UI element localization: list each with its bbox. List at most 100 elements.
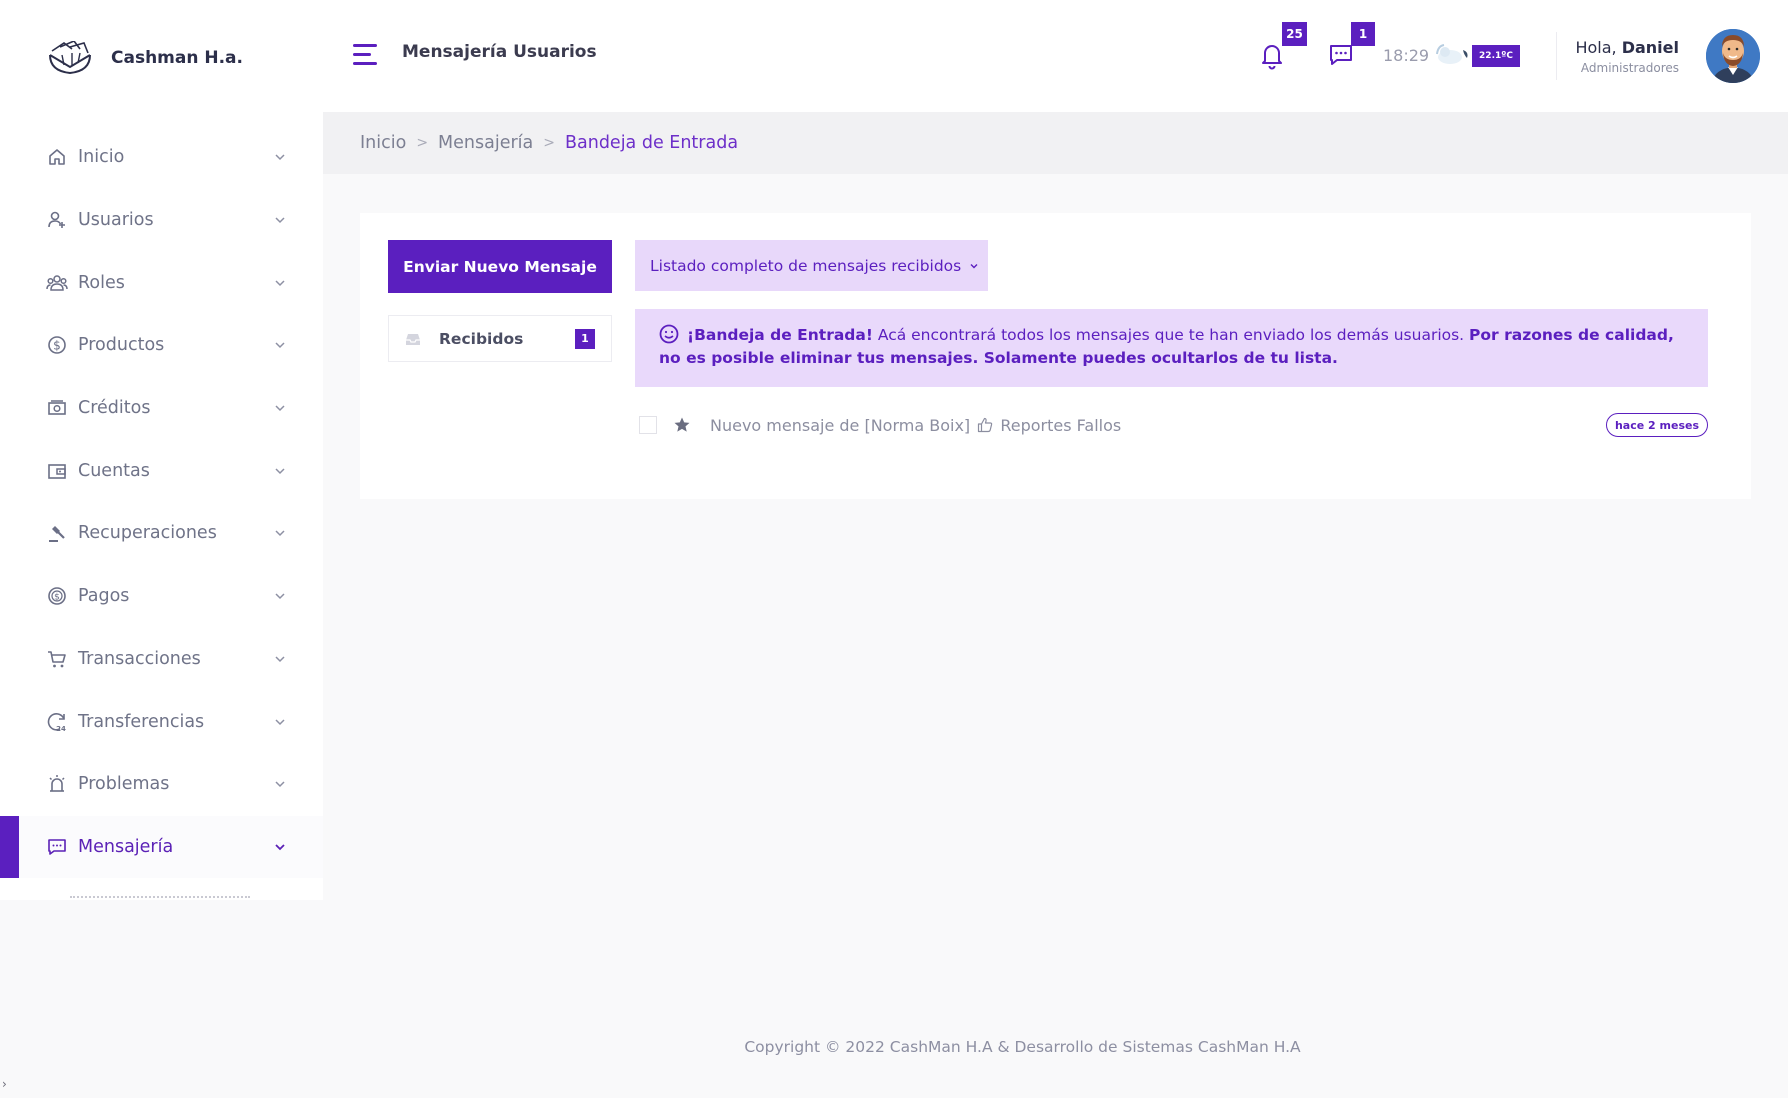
sidebar-item-transferencias[interactable]: 24 Transferencias [0, 690, 323, 753]
sidebar-item-label: Créditos [78, 398, 151, 419]
message-filter-dropdown[interactable]: Listado completo de mensajes recibidos [635, 240, 988, 291]
chevron-down-icon [275, 468, 285, 474]
temperature-badge: 22.1ºC [1472, 45, 1520, 67]
sidebar-item-mensajeria[interactable]: Mensajería [0, 815, 323, 879]
user-avatar-icon [1706, 29, 1760, 83]
chevron-down-icon [275, 405, 285, 412]
sidebar-item-label: Cuentas [78, 460, 150, 481]
breadcrumb-item-mensajeria[interactable]: Mensajería [438, 133, 533, 153]
inbox-icon [406, 333, 420, 345]
sidebar-item-productos[interactable]: $ Productos [0, 314, 323, 377]
sidebar-item-label: Usuarios [78, 210, 154, 231]
cart-icon [46, 648, 68, 670]
sidebar-item-problemas[interactable]: Problemas [0, 753, 323, 816]
folder-received[interactable]: Recibidos 1 [388, 315, 612, 362]
money-icon [46, 397, 68, 419]
users-group-icon [46, 272, 68, 294]
sidebar-item-label: Productos [78, 335, 165, 356]
chevron-right-icon[interactable]: › [2, 1077, 7, 1091]
sidebar-menu: Inicio Usuarios Roles $ Productos Crédit… [0, 126, 323, 879]
sidebar-item-creditos[interactable]: Créditos [0, 377, 323, 440]
message-time-badge: hace 2 meses [1605, 413, 1708, 437]
thumbs-up-icon [978, 417, 993, 432]
sidebar-item-label: Transacciones [78, 648, 201, 669]
sidebar-item-usuarios[interactable]: Usuarios [0, 189, 323, 252]
chevron-down-icon [275, 217, 285, 224]
send-new-message-button[interactable]: Enviar Nuevo Mensaje [388, 240, 612, 293]
chevron-down-icon [970, 263, 978, 268]
dropdown-label: Listado completo de mensajes recibidos [650, 256, 962, 275]
avatar[interactable] [1706, 29, 1760, 83]
chevron-down-icon [275, 154, 285, 161]
message-select-checkbox[interactable] [639, 416, 657, 434]
chevron-down-icon [275, 342, 285, 349]
active-indicator [0, 815, 19, 879]
notifications-badge: 25 [1282, 22, 1307, 46]
coins-icon: $ [46, 585, 68, 607]
inbox-card: Enviar Nuevo Mensaje Recibidos 1 Listado… [360, 213, 1751, 499]
gavel-icon [46, 522, 68, 544]
sidebar-item-label: Transferencias [78, 711, 205, 732]
chevron-down-icon [275, 844, 285, 851]
sidebar-item-label: Roles [78, 272, 125, 293]
sidebar-item-label: Pagos [78, 586, 130, 607]
chevron-down-icon [275, 781, 285, 788]
alert-text: Acá encontrará todos los mensajes que te… [877, 326, 1465, 344]
message-icon [46, 836, 68, 858]
sidebar-item-transacciones[interactable]: Transacciones [0, 628, 323, 691]
refresh-24-icon: 24 [46, 711, 68, 733]
sidebar-item-label: Inicio [78, 147, 125, 168]
sidebar-item-cuentas[interactable]: Cuentas [0, 439, 323, 502]
chevron-down-icon [275, 656, 285, 662]
breadcrumb-current: Bandeja de Entrada [565, 133, 739, 153]
sidebar-item-inicio[interactable]: Inicio [0, 126, 323, 189]
breadcrumb: Inicio > Mensajería > Bandeja de Entrada [323, 112, 1788, 174]
sidebar-item-roles[interactable]: Roles [0, 251, 323, 314]
inbox-info-alert: ¡Bandeja de Entrada! Acá encontrará todo… [635, 309, 1708, 387]
brand-name: Cashman H.a. [111, 48, 243, 68]
cashman-logo-icon [49, 41, 91, 75]
alarm-icon [46, 773, 68, 795]
breadcrumb-item-inicio[interactable]: Inicio [360, 133, 406, 153]
chevron-down-icon [275, 530, 285, 537]
message-prefix: Nuevo mensaje de [Norma Boix] [710, 415, 971, 435]
clock: 18:29 [1383, 46, 1430, 65]
chevron-down-icon [275, 280, 285, 286]
greeting-prefix: Hola, [1575, 38, 1617, 57]
divider [1556, 32, 1557, 80]
folder-label: Recibidos [439, 329, 524, 348]
message-topic: Reportes Fallos [1000, 415, 1122, 435]
messages-badge: 1 [1351, 22, 1375, 46]
breadcrumb-separator: > [543, 135, 555, 151]
submenu-hint [70, 896, 250, 900]
footer-copyright: Copyright © 2022 CashMan H.A & Desarroll… [744, 1038, 1301, 1056]
user-role: Administradores [1580, 61, 1679, 75]
alert-title: ¡Bandeja de Entrada! [687, 326, 873, 344]
dollar-circle-icon: $ [46, 334, 68, 356]
user-greeting[interactable]: Hola, Daniel Administradores [1575, 38, 1679, 75]
sidebar-item-pagos[interactable]: $ Pagos [0, 565, 323, 628]
home-icon [46, 146, 68, 168]
sidebar-item-label: Mensajería [78, 836, 174, 857]
svg-text:24: 24 [56, 725, 66, 733]
page-title: Mensajería Usuarios [402, 42, 597, 62]
chevron-down-icon [275, 719, 285, 725]
brand[interactable]: Cashman H.a. [46, 38, 243, 78]
user-plus-icon [46, 209, 68, 231]
top-bar: Mensajería Usuarios 25 1 18:29 22.1ºC Ho… [323, 0, 1788, 112]
menu-toggle-icon[interactable] [353, 44, 377, 66]
breadcrumb-separator: > [416, 135, 429, 151]
star-icon[interactable] [673, 416, 691, 434]
sidebar-item-label: Recuperaciones [78, 523, 217, 544]
message-row[interactable]: Nuevo mensaje de [Norma Boix] Reportes F… [635, 403, 1708, 447]
cloud-moon-icon [1436, 44, 1468, 64]
sidebar-item-recuperaciones[interactable]: Recuperaciones [0, 502, 323, 565]
svg-text:$: $ [54, 593, 60, 603]
sidebar: Cashman H.a. Inicio Usuarios Roles $ Pro… [0, 0, 323, 900]
chevron-down-icon [275, 593, 285, 600]
sidebar-item-label: Problemas [78, 774, 170, 795]
wallet-icon [46, 460, 68, 482]
folder-count-badge: 1 [575, 328, 595, 349]
message-subject: Nuevo mensaje de [Norma Boix] Reportes F… [710, 416, 1121, 435]
user-name: Daniel [1621, 38, 1679, 57]
